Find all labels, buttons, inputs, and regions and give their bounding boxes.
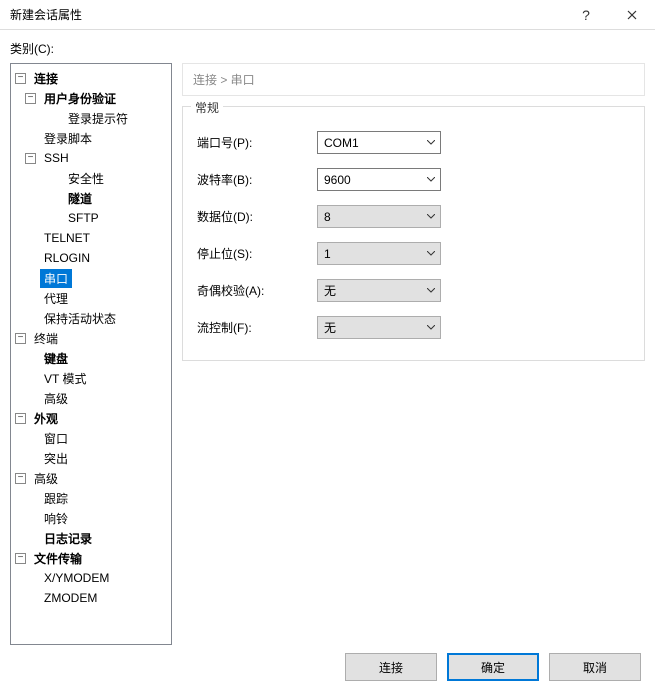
general-group: 常规 端口号(P): COM1 波特率(B): 9600	[182, 106, 645, 361]
parity-combo[interactable]: 无	[317, 279, 441, 302]
parity-label: 奇偶校验(A):	[197, 282, 317, 299]
chevron-down-icon	[422, 206, 440, 227]
breadcrumb: 连接 > 串口	[182, 63, 645, 96]
databits-value: 8	[318, 210, 422, 224]
tree-ssh[interactable]: SSH	[40, 150, 73, 166]
title-bar: 新建会话属性 ?	[0, 0, 655, 30]
stopbits-value: 1	[318, 247, 422, 261]
tree-rlogin[interactable]: RLOGIN	[40, 250, 94, 266]
group-legend: 常规	[191, 99, 223, 116]
tree-security[interactable]: 安全性	[64, 169, 108, 188]
tree-term-adv[interactable]: 高级	[40, 389, 72, 408]
tree-keyboard[interactable]: 键盘	[40, 349, 72, 368]
collapse-icon[interactable]: −	[25, 93, 36, 104]
data-label: 数据位(D):	[197, 208, 317, 225]
help-button[interactable]: ?	[563, 0, 609, 30]
tree-trace[interactable]: 跟踪	[40, 489, 72, 508]
tree-bell[interactable]: 响铃	[40, 509, 72, 528]
parity-value: 无	[318, 282, 422, 299]
chevron-down-icon	[422, 169, 440, 190]
tree-highlight[interactable]: 突出	[40, 449, 72, 468]
tree-advanced[interactable]: 高级	[30, 469, 62, 488]
baud-label: 波特率(B):	[197, 171, 317, 188]
baud-combo[interactable]: 9600	[317, 168, 441, 191]
stopbits-combo[interactable]: 1	[317, 242, 441, 265]
window-title: 新建会话属性	[10, 6, 563, 23]
tree-serial[interactable]: 串口	[40, 269, 72, 288]
tree-loginscript[interactable]: 登录脚本	[40, 129, 96, 148]
collapse-icon[interactable]: −	[15, 413, 26, 424]
dialog-buttons: 连接 确定 取消	[0, 642, 655, 692]
flowcontrol-value: 无	[318, 319, 422, 336]
tree-loginprompt[interactable]: 登录提示符	[64, 109, 132, 128]
collapse-icon[interactable]: −	[15, 333, 26, 344]
chevron-down-icon	[422, 280, 440, 301]
chevron-down-icon	[422, 132, 440, 153]
close-button[interactable]	[609, 0, 655, 30]
tree-proxy[interactable]: 代理	[40, 289, 72, 308]
close-icon	[627, 10, 637, 20]
tree-terminal[interactable]: 终端	[30, 329, 62, 348]
cancel-button[interactable]: 取消	[549, 653, 641, 681]
ok-button[interactable]: 确定	[447, 653, 539, 681]
tree-connection[interactable]: 连接	[30, 69, 62, 88]
tree-tunnel[interactable]: 隧道	[64, 189, 96, 208]
tree-logging[interactable]: 日志记录	[40, 529, 96, 548]
baud-value: 9600	[318, 173, 422, 187]
tree-keepalive[interactable]: 保持活动状态	[40, 309, 120, 328]
tree-xymodem[interactable]: X/YMODEM	[40, 570, 113, 586]
flowcontrol-combo[interactable]: 无	[317, 316, 441, 339]
tree-userauth[interactable]: 用户身份验证	[40, 89, 120, 108]
collapse-icon[interactable]: −	[15, 553, 26, 564]
chevron-down-icon	[422, 243, 440, 264]
flow-label: 流控制(F):	[197, 319, 317, 336]
tree-appearance[interactable]: 外观	[30, 409, 62, 428]
databits-combo[interactable]: 8	[317, 205, 441, 228]
tree-sftp[interactable]: SFTP	[64, 210, 103, 226]
port-combo[interactable]: COM1	[317, 131, 441, 154]
tree-telnet[interactable]: TELNET	[40, 230, 94, 246]
category-label: 类别(C):	[10, 40, 645, 57]
port-label: 端口号(P):	[197, 134, 317, 151]
connect-button[interactable]: 连接	[345, 653, 437, 681]
tree-filetransfer[interactable]: 文件传输	[30, 549, 86, 568]
tree-vtmode[interactable]: VT 模式	[40, 369, 90, 388]
collapse-icon[interactable]: −	[25, 153, 36, 164]
tree-zmodem[interactable]: ZMODEM	[40, 590, 101, 606]
stop-label: 停止位(S):	[197, 245, 317, 262]
tree-window[interactable]: 窗口	[40, 429, 72, 448]
collapse-icon[interactable]: −	[15, 473, 26, 484]
port-value: COM1	[318, 136, 422, 150]
category-tree[interactable]: −连接 −用户身份验证 登录提示符 登录脚本 −SSH 安全性	[10, 63, 172, 645]
collapse-icon[interactable]: −	[15, 73, 26, 84]
chevron-down-icon	[422, 317, 440, 338]
